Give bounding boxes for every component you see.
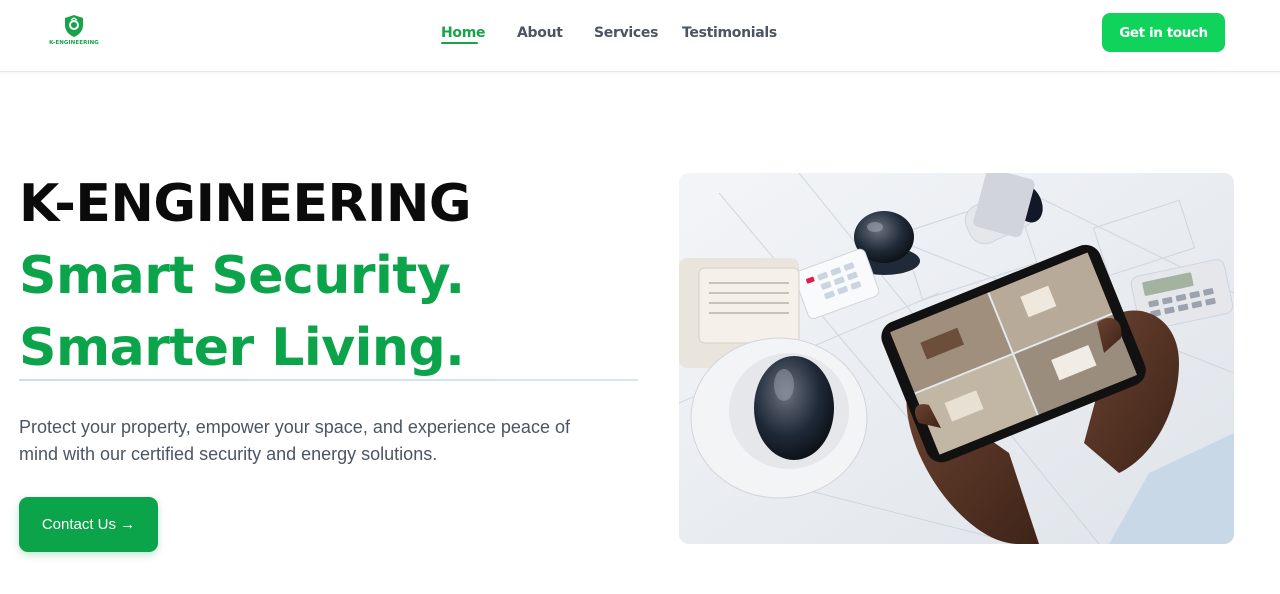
site-header: K-ENGINEERING Home About Services Testim… xyxy=(0,0,1280,72)
brand-logo[interactable]: K-ENGINEERING xyxy=(48,12,100,52)
get-in-touch-button[interactable]: Get in touch xyxy=(1102,13,1225,52)
hero-tagline-line1: Smart Security. xyxy=(19,246,465,306)
nav-testimonials[interactable]: Testimonials xyxy=(682,25,777,41)
hero-image xyxy=(679,173,1234,544)
nav-services[interactable]: Services xyxy=(594,25,658,41)
hero-divider xyxy=(19,379,638,381)
hero-title: K-ENGINEERING xyxy=(19,174,472,234)
nav-active-indicator xyxy=(441,42,478,44)
nav-about[interactable]: About xyxy=(517,25,563,41)
nav-home[interactable]: Home xyxy=(441,25,486,41)
shield-logo-icon xyxy=(65,15,83,37)
logo-text: K-ENGINEERING xyxy=(49,40,99,46)
security-devices-illustration xyxy=(679,173,1234,544)
hero-description: Protect your property, empower your spac… xyxy=(19,417,570,464)
contact-us-button[interactable]: Contact Us → xyxy=(19,497,158,552)
hero-tagline-line2: Smarter Living. xyxy=(19,318,465,378)
